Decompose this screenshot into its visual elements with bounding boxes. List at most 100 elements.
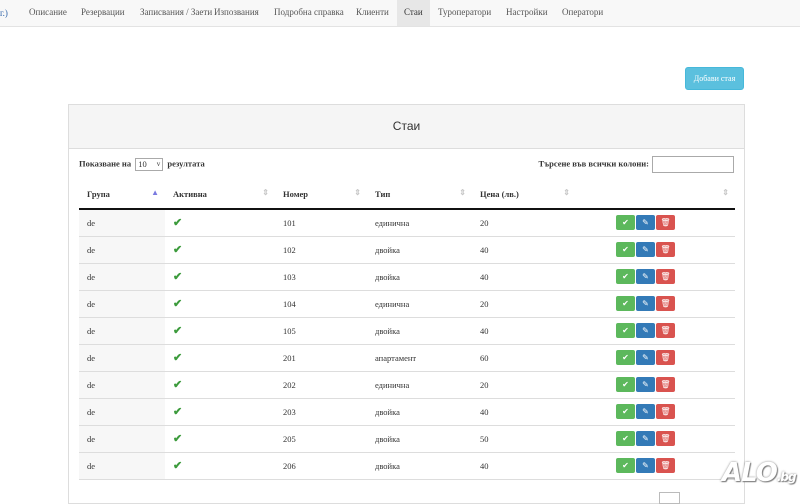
delete-button[interactable]: 🗑 <box>656 269 675 284</box>
cell-type: двойка <box>367 452 472 480</box>
sort-icon: ⇕ <box>262 188 269 197</box>
top-navbar: г.) Описание Резервации Записвания / Зае… <box>0 0 800 27</box>
confirm-button[interactable]: ✔ <box>616 296 635 311</box>
edit-button[interactable]: ✎ <box>636 431 655 446</box>
nav-item-rooms[interactable]: Стаи <box>397 0 430 26</box>
confirm-button[interactable]: ✔ <box>616 377 635 392</box>
check-icon: ✔ <box>622 353 629 362</box>
column-header-actions[interactable]: ⇕ <box>576 180 735 210</box>
cell-number: 101 <box>275 209 367 237</box>
delete-button[interactable]: 🗑 <box>656 350 675 365</box>
table-row: de ✔ 203 двойка 40 ✔ ✎ 🗑 <box>79 398 735 426</box>
confirm-button[interactable]: ✔ <box>616 431 635 446</box>
column-header-price[interactable]: Цена (лв.) ⇕ <box>472 180 576 210</box>
brand-link[interactable]: г.) <box>0 8 8 18</box>
delete-button[interactable]: 🗑 <box>656 296 675 311</box>
trash-icon: 🗑 <box>660 218 671 228</box>
cell-price: 40 <box>472 317 576 345</box>
pencil-icon: ✎ <box>642 272 649 281</box>
check-icon: ✔ <box>622 407 629 416</box>
column-header-type[interactable]: Тип ⇕ <box>367 180 472 210</box>
pagination-control[interactable] <box>659 492 680 504</box>
pencil-icon: ✎ <box>642 218 649 228</box>
cell-group: de <box>79 317 165 345</box>
pencil-icon: ✎ <box>642 245 649 254</box>
delete-button[interactable]: 🗑 <box>656 404 675 419</box>
sort-asc-icon: ▲ <box>151 188 159 197</box>
trash-icon: 🗑 <box>660 353 671 362</box>
check-icon: ✔ <box>173 244 183 256</box>
cell-group: de <box>79 209 165 237</box>
cell-type: двойка <box>367 236 472 264</box>
column-header-group[interactable]: Група ▲ <box>79 180 165 210</box>
delete-button[interactable]: 🗑 <box>656 377 675 392</box>
confirm-button[interactable]: ✔ <box>616 350 635 365</box>
cell-number: 203 <box>275 398 367 426</box>
cell-price: 40 <box>472 263 576 291</box>
nav-item-settings[interactable]: Настройки <box>499 0 555 26</box>
edit-button[interactable]: ✎ <box>636 377 655 392</box>
nav-item-operators[interactable]: Оператори <box>555 0 610 26</box>
edit-button[interactable]: ✎ <box>636 269 655 284</box>
nav-item-reservations[interactable]: Резервации <box>74 0 132 26</box>
sort-icon: ⇕ <box>722 188 729 197</box>
rooms-panel: Стаи Показване на 10 v резултата Търсене … <box>68 104 745 504</box>
column-header-active[interactable]: Активна ⇕ <box>165 180 275 210</box>
nav-item-description[interactable]: Описание <box>22 0 74 26</box>
cell-type: апартамент <box>367 344 472 372</box>
cell-actions: ✔ ✎ 🗑 <box>576 398 735 426</box>
watermark-logo: ALO.bg <box>722 458 797 488</box>
length-prefix-label: Показване на <box>79 158 132 169</box>
edit-button[interactable]: ✎ <box>636 296 655 311</box>
nav-item-tour-operators[interactable]: Туроператори <box>431 0 498 26</box>
confirm-button[interactable]: ✔ <box>616 458 635 473</box>
nav-item-usages[interactable]: Изпозвания <box>207 0 266 26</box>
page-length-select[interactable]: 10 v <box>135 158 164 171</box>
table-row: de ✔ 104 единична 20 ✔ ✎ 🗑 <box>79 290 735 318</box>
cell-number: 202 <box>275 371 367 399</box>
delete-button[interactable]: 🗑 <box>656 431 675 446</box>
column-header-number[interactable]: Номер ⇕ <box>275 180 367 210</box>
cell-actions: ✔ ✎ 🗑 <box>576 263 735 291</box>
confirm-button[interactable]: ✔ <box>616 215 635 231</box>
edit-button[interactable]: ✎ <box>636 404 655 419</box>
add-room-button[interactable]: Добави стая <box>685 67 744 90</box>
sort-icon: ⇕ <box>459 188 466 197</box>
cell-number: 103 <box>275 263 367 291</box>
edit-button[interactable]: ✎ <box>636 323 655 338</box>
trash-icon: 🗑 <box>660 434 671 443</box>
edit-button[interactable]: ✎ <box>636 350 655 365</box>
check-icon: ✔ <box>173 406 183 418</box>
check-icon: ✔ <box>173 433 183 445</box>
column-header-label: Цена (лв.) <box>480 189 519 199</box>
delete-button[interactable]: 🗑 <box>656 458 675 473</box>
confirm-button[interactable]: ✔ <box>616 404 635 419</box>
delete-button[interactable]: 🗑 <box>656 242 675 257</box>
cell-type: единична <box>367 290 472 318</box>
delete-button[interactable]: 🗑 <box>656 323 675 338</box>
nav-item-clients[interactable]: Клиенти <box>349 0 396 26</box>
nav-item-detailed-report[interactable]: Подробна справка <box>267 0 351 26</box>
confirm-button[interactable]: ✔ <box>616 269 635 284</box>
rooms-table: Група ▲ Активна ⇕ Номер ⇕ Тип ⇕ Цена (лв.) ⇕ … <box>79 180 735 480</box>
cell-active: ✔ <box>165 263 275 291</box>
check-icon: ✔ <box>173 217 183 230</box>
check-icon: ✔ <box>622 380 629 389</box>
confirm-button[interactable]: ✔ <box>616 242 635 257</box>
cell-number: 105 <box>275 317 367 345</box>
trash-icon: 🗑 <box>660 272 671 281</box>
pencil-icon: ✎ <box>642 461 649 470</box>
edit-button[interactable]: ✎ <box>636 458 655 473</box>
confirm-button[interactable]: ✔ <box>616 323 635 338</box>
cell-type: единична <box>367 371 472 399</box>
search-input[interactable] <box>652 156 734 173</box>
check-icon: ✔ <box>622 299 629 308</box>
edit-button[interactable]: ✎ <box>636 215 655 231</box>
column-header-label: Номер <box>283 189 308 199</box>
cell-active: ✔ <box>165 371 275 399</box>
edit-button[interactable]: ✎ <box>636 242 655 257</box>
delete-button[interactable]: 🗑 <box>656 215 675 231</box>
table-row: de ✔ 102 двойка 40 ✔ ✎ 🗑 <box>79 236 735 264</box>
cell-actions: ✔ ✎ 🗑 <box>576 371 735 399</box>
table-row: de ✔ 205 двойка 50 ✔ ✎ 🗑 <box>79 425 735 453</box>
